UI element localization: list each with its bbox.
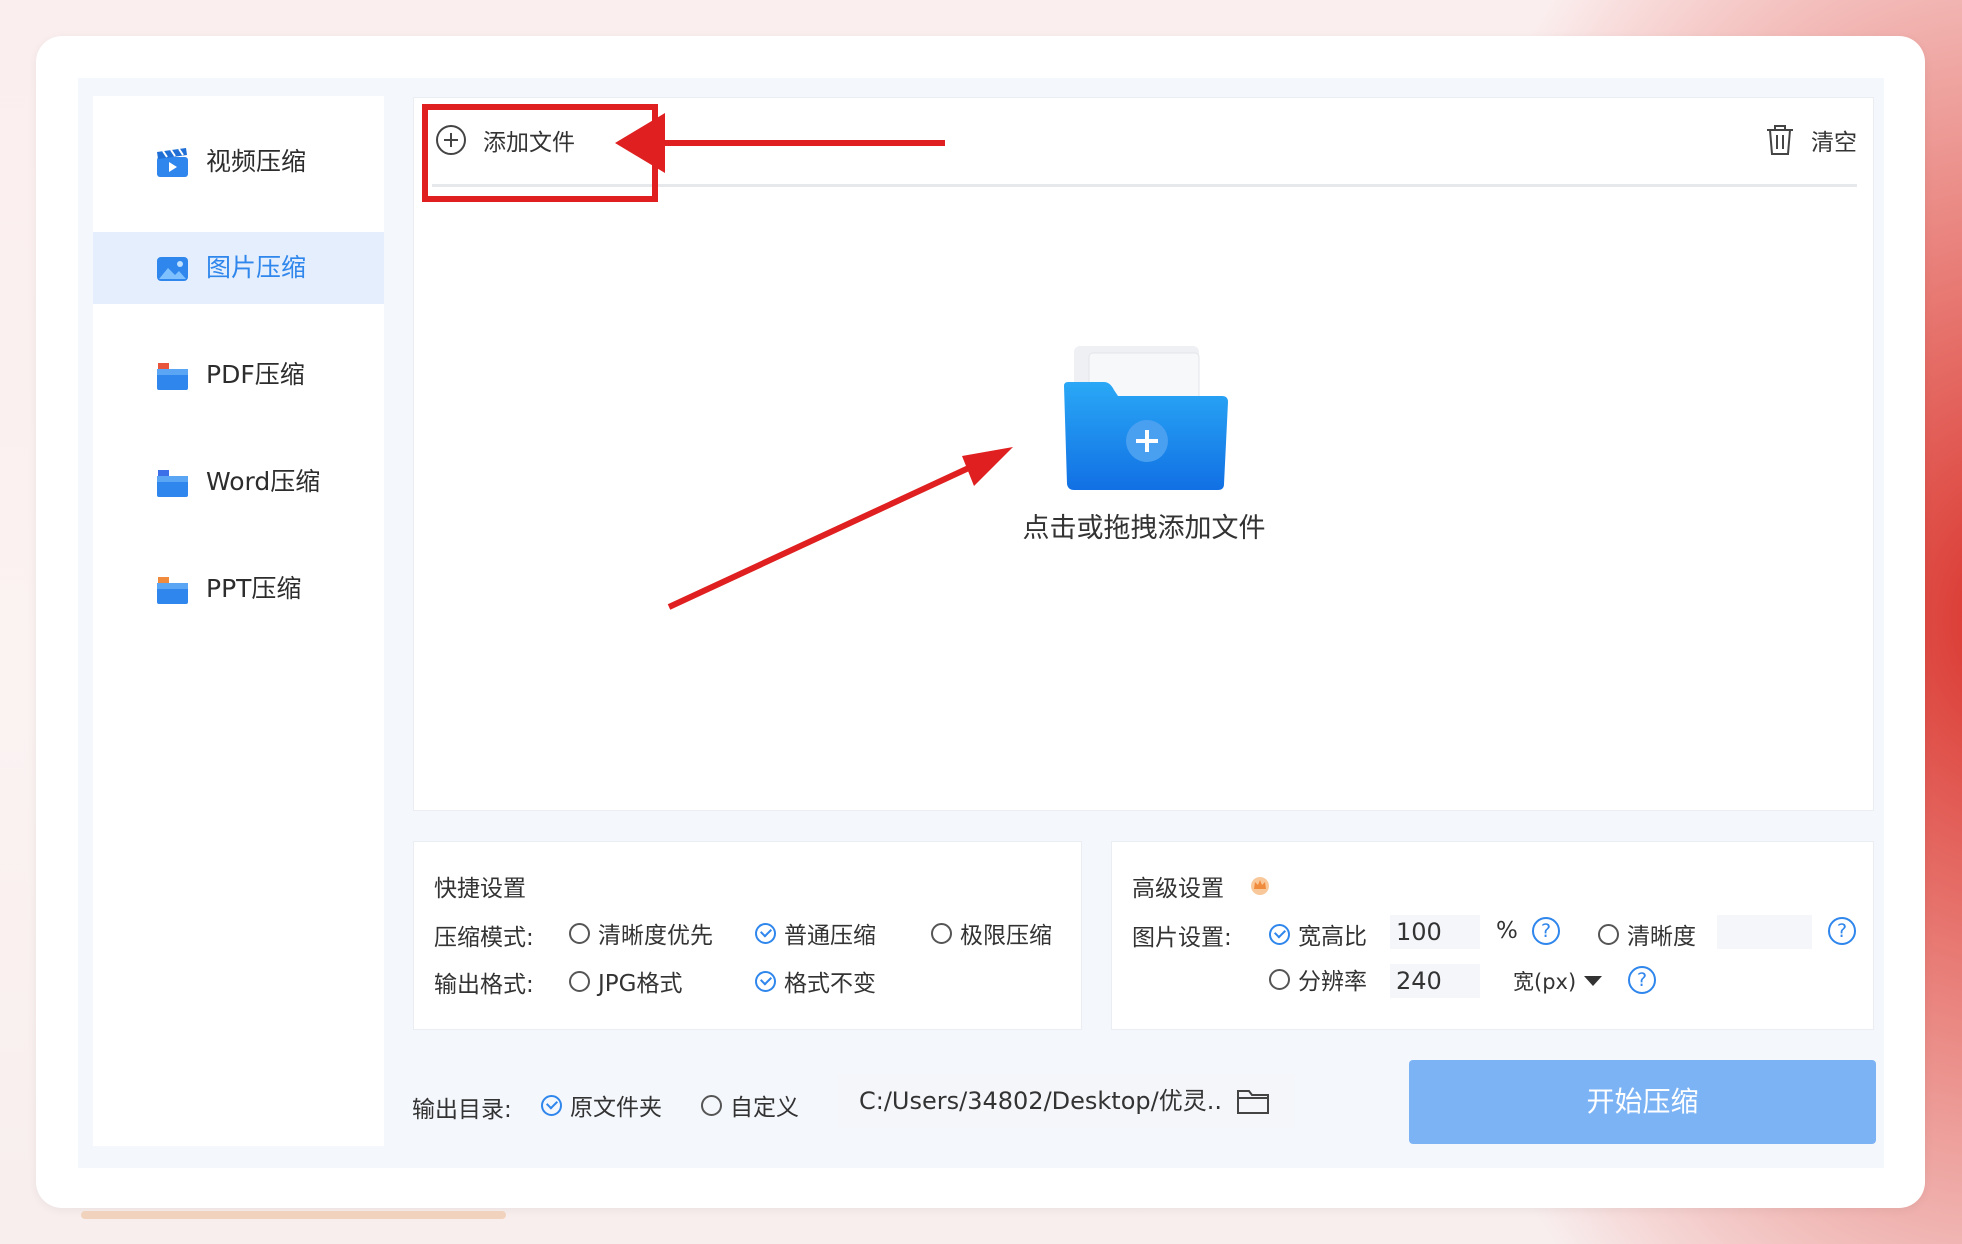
image-icon xyxy=(156,254,189,284)
option-label: 宽高比 xyxy=(1298,924,1367,950)
sidebar-item-label: PPT压缩 xyxy=(206,574,302,603)
sidebar-item-label: 视频压缩 xyxy=(206,147,307,176)
ratio-help-icon[interactable]: ? xyxy=(1532,917,1560,945)
word-file-icon xyxy=(156,468,189,498)
check-circle-icon xyxy=(755,970,776,992)
unit-select-value: 宽(px) xyxy=(1513,970,1577,994)
radio-icon xyxy=(931,922,952,944)
sidebar-item-label: Word压缩 xyxy=(206,467,321,496)
bottom-accent-bar xyxy=(81,1211,506,1219)
option-label: 原文件夹 xyxy=(570,1095,662,1121)
quick-settings-title: 快捷设置 xyxy=(434,876,526,902)
crown-icon xyxy=(1249,874,1271,896)
drop-zone[interactable]: 点击或拖拽添加文件 xyxy=(994,338,1294,558)
triangle-down-icon xyxy=(1584,976,1603,986)
output-dir-label: 输出目录: xyxy=(412,1097,512,1123)
resolution-radio[interactable]: 分辨率 xyxy=(1269,964,1367,995)
sidebar-item-label: 图片压缩 xyxy=(206,253,307,282)
radio-icon xyxy=(1269,968,1290,990)
radio-icon xyxy=(1598,923,1619,945)
clear-button[interactable]: 清空 xyxy=(1765,120,1857,160)
mode-clarity-first-radio[interactable]: 清晰度优先 xyxy=(569,918,713,949)
output-format-label: 输出格式: xyxy=(434,972,534,998)
format-jpg-radio[interactable]: JPG格式 xyxy=(569,966,683,997)
percent-unit: % xyxy=(1496,918,1518,944)
image-settings-label: 图片设置: xyxy=(1132,925,1232,951)
option-label: 清晰度优先 xyxy=(598,923,713,949)
radio-icon xyxy=(569,922,590,944)
start-compress-button[interactable]: 开始压缩 xyxy=(1409,1060,1876,1144)
sidebar-item-pdf[interactable]: PDF压缩 xyxy=(93,339,384,411)
clarity-radio[interactable]: 清晰度 xyxy=(1598,919,1696,950)
drop-zone-text: 点击或拖拽添加文件 xyxy=(1022,513,1266,544)
output-path-text: C:/Users/34802/Desktop/优灵.. xyxy=(859,1087,1222,1115)
advanced-settings-title: 高级设置 xyxy=(1132,876,1224,902)
output-path-field[interactable]: C:/Users/34802/Desktop/优灵.. xyxy=(838,1074,1295,1128)
advanced-settings-panel: 高级设置 图片设置: 宽高比 % ? 清晰度 ? 分辨率 宽(px) ? xyxy=(1111,841,1874,1030)
option-label: 清晰度 xyxy=(1627,924,1696,950)
trash-icon xyxy=(1767,125,1793,155)
folder-open-icon xyxy=(1237,1090,1269,1114)
resolution-unit-select[interactable]: 宽(px) xyxy=(1513,966,1604,996)
radio-icon xyxy=(701,1094,722,1116)
format-keep-radio[interactable]: 格式不变 xyxy=(755,966,876,997)
ppt-file-icon xyxy=(156,575,189,605)
option-label: 分辨率 xyxy=(1298,969,1367,995)
check-circle-icon xyxy=(755,922,776,944)
file-list-area: 添加文件 清空 点击或拖拽添加文件 xyxy=(413,97,1874,811)
quick-settings-panel: 快捷设置 压缩模式: 清晰度优先 普通压缩 极限压缩 输出格式: JPG格式 格… xyxy=(413,841,1082,1030)
mode-normal-radio[interactable]: 普通压缩 xyxy=(755,918,876,949)
output-original-folder-radio[interactable]: 原文件夹 xyxy=(541,1090,662,1121)
compress-mode-label: 压缩模式: xyxy=(434,925,534,951)
option-label: JPG格式 xyxy=(598,971,683,997)
mode-extreme-radio[interactable]: 极限压缩 xyxy=(931,918,1052,949)
sidebar-item-ppt[interactable]: PPT压缩 xyxy=(93,553,384,625)
sidebar-item-image[interactable]: 图片压缩 xyxy=(93,232,384,304)
output-custom-radio[interactable]: 自定义 xyxy=(701,1090,799,1121)
option-label: 极限压缩 xyxy=(960,923,1052,949)
video-clapper-icon xyxy=(156,148,189,178)
option-label: 格式不变 xyxy=(784,971,876,997)
clear-label: 清空 xyxy=(1811,130,1857,156)
annotation-highlight-box xyxy=(422,104,658,202)
check-circle-icon xyxy=(541,1094,562,1116)
resolution-input[interactable] xyxy=(1390,964,1480,998)
clarity-input[interactable] xyxy=(1717,915,1812,949)
sidebar: 视频压缩 图片压缩 PDF压缩 Word压缩 PPT压缩 xyxy=(93,96,384,1146)
resolution-help-icon[interactable]: ? xyxy=(1628,966,1656,994)
sidebar-item-video[interactable]: 视频压缩 xyxy=(93,126,384,198)
clarity-help-icon[interactable]: ? xyxy=(1828,917,1856,945)
pdf-file-icon xyxy=(156,361,189,391)
folder-add-icon xyxy=(1064,346,1228,490)
check-circle-icon xyxy=(1269,923,1290,945)
ratio-radio[interactable]: 宽高比 xyxy=(1269,919,1367,950)
radio-icon xyxy=(569,970,590,992)
option-label: 自定义 xyxy=(730,1095,799,1121)
option-label: 普通压缩 xyxy=(784,923,876,949)
ratio-input[interactable] xyxy=(1390,915,1480,949)
sidebar-item-word[interactable]: Word压缩 xyxy=(93,446,384,518)
sidebar-item-label: PDF压缩 xyxy=(206,360,305,389)
